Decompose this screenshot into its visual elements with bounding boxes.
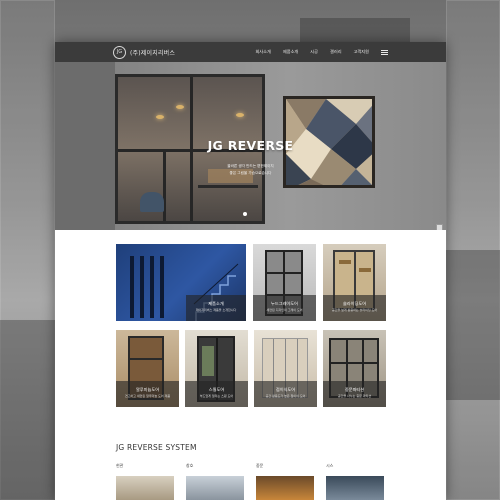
- system-section-title: JG REVERSE SYSTEM: [116, 443, 197, 452]
- tile-caption: 누드그레이도어 세련된 디자인의 그레이 도어: [253, 295, 316, 321]
- tile-caption: 슬라이딩도어 공간을 넓게 활용하는 슬라이딩 도어: [323, 295, 386, 321]
- hero-banner: JG REVERSE 올바른 생각 만드는 편한제이지 좋은 그림을 가슴으로습…: [55, 62, 446, 230]
- scroll-indicator[interactable]: [436, 224, 443, 230]
- nav-item-products[interactable]: 제품소개: [283, 49, 298, 55]
- system-label-system[interactable]: 시스: [326, 463, 333, 469]
- product-tile-swing[interactable]: 스윙도어 부드럽게 열리는 스윙 도어: [185, 330, 248, 407]
- system-image-window[interactable]: [186, 476, 244, 500]
- product-tile-sliding[interactable]: 슬라이딩도어 공간을 넓게 활용하는 슬라이딩 도어: [323, 244, 386, 321]
- product-tile-intro[interactable]: 제품소개 제이지리버스 제품을 소개합니다: [116, 244, 246, 321]
- chair-image: [140, 192, 164, 212]
- logo-mark-icon: JG: [113, 45, 126, 59]
- background-door-left: [0, 320, 55, 500]
- tile-caption: 제품소개 제이지리버스 제품을 소개합니다: [186, 295, 246, 321]
- hero-title: JG REVERSE: [207, 138, 294, 153]
- system-image-system[interactable]: [326, 476, 384, 500]
- system-image-entrance[interactable]: [116, 476, 174, 500]
- nav-item-construction[interactable]: 시공: [310, 49, 318, 55]
- product-tile-folding[interactable]: 접이식도어 공간 활용도가 높은 접이식 도어: [254, 330, 317, 407]
- tile-caption: 스윙도어 부드럽게 열리는 스윙 도어: [185, 381, 248, 407]
- nav-item-support[interactable]: 고객지원: [354, 49, 369, 55]
- hero-subtitle-1: 올바른 생각 만드는 편한제이지: [227, 164, 274, 168]
- company-name: (주)제이지리버스: [130, 49, 176, 57]
- hero-subtitle-2: 좋은 그림을 가슴으로습니다: [229, 171, 272, 175]
- tile-caption: 접이식도어 공간 활용도가 높은 접이식 도어: [254, 381, 317, 407]
- tile-caption: 알루미늄도어 견고하고 세련된 알루미늄 도어 제품: [116, 381, 179, 407]
- system-label-middle-door[interactable]: 중문: [256, 463, 263, 469]
- website-preview: JG (주)제이지리버스 회사소개 제품소개 시공 갤러리 고객지원 JG RE…: [55, 42, 446, 500]
- system-image-middle-door[interactable]: [256, 476, 314, 500]
- system-label-window[interactable]: 창호: [186, 463, 193, 469]
- product-tile-aluminum[interactable]: 알루미늄도어 견고하고 세련된 알루미늄 도어 제품: [116, 330, 179, 407]
- product-tile-nude-gray[interactable]: 누드그레이도어 세련된 디자인의 그레이 도어: [253, 244, 316, 321]
- nav-item-gallery[interactable]: 갤러리: [330, 49, 342, 55]
- background-header-ghost: [300, 18, 410, 44]
- logo[interactable]: JG (주)제이지리버스: [113, 45, 176, 59]
- nav-item-about[interactable]: 회사소개: [255, 49, 270, 55]
- slider-dot[interactable]: [243, 212, 247, 216]
- system-label-entrance[interactable]: 현관: [116, 463, 123, 469]
- background-door-right: [446, 250, 500, 400]
- tile-caption: 중문파티션 공간을 나누는 중문 파티션: [323, 381, 386, 407]
- product-tile-partition[interactable]: 중문파티션 공간을 나누는 중문 파티션: [323, 330, 386, 407]
- main-nav: 회사소개 제품소개 시공 갤러리 고객지원: [243, 49, 388, 55]
- hamburger-menu-icon[interactable]: [381, 49, 388, 55]
- site-header: JG (주)제이지리버스 회사소개 제품소개 시공 갤러리 고객지원: [55, 42, 446, 62]
